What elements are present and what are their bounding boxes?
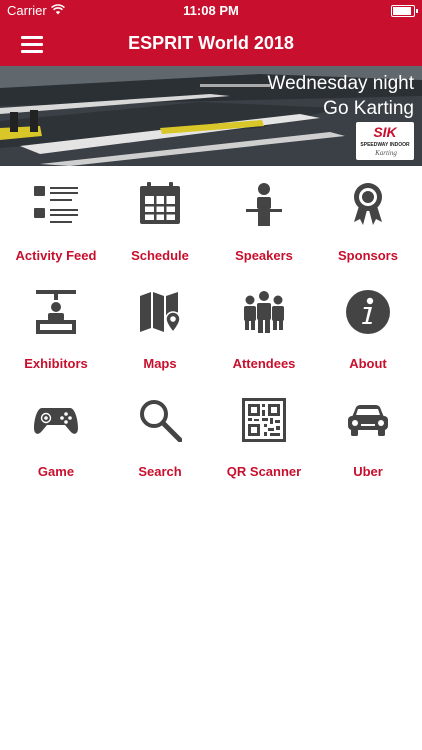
menu-item-exhibitors[interactable]: Exhibitors — [4, 274, 108, 380]
battery-level — [393, 7, 411, 15]
menu-item-label: Exhibitors — [24, 356, 88, 371]
menu-item-label: Uber — [353, 464, 383, 479]
menu-item-speakers[interactable]: Speakers — [212, 166, 316, 272]
menu-item-label: Attendees — [232, 356, 296, 371]
menu-item-uber[interactable]: Uber — [316, 382, 420, 488]
calendar-icon — [138, 182, 182, 226]
banner-headline: Wednesday night Go Karting — [268, 71, 414, 121]
menu-item-label: Schedule — [131, 248, 189, 263]
event-banner[interactable]: Wednesday night Go Karting SIK SPEEDWAY … — [0, 66, 422, 166]
app-header: Carrier 11:08 PM ESPRIT World 2018 — [0, 0, 422, 66]
menu-item-label: About — [349, 356, 387, 371]
car-icon — [346, 398, 390, 442]
menu-item-game[interactable]: Game — [4, 382, 108, 488]
menu-item-label: Maps — [143, 356, 177, 371]
menu-item-activity-feed[interactable]: Activity Feed — [4, 166, 108, 272]
qr-code-icon — [242, 398, 286, 442]
gamepad-icon — [34, 398, 78, 442]
exhibitor-booth-icon — [34, 290, 78, 334]
status-time: 11:08 PM — [183, 3, 239, 18]
menu-item-sponsors[interactable]: Sponsors — [316, 166, 420, 272]
status-bar: Carrier 11:08 PM — [0, 0, 422, 22]
banner-line-1: Wednesday night — [267, 73, 414, 94]
battery-icon — [391, 5, 418, 17]
activity-feed-icon — [34, 182, 78, 226]
info-icon — [346, 290, 390, 334]
menu-item-label: Speakers — [235, 248, 293, 263]
menu-item-label: Activity Feed — [15, 248, 97, 263]
speaker-icon — [242, 182, 286, 226]
banner-line-2: Go Karting — [323, 98, 414, 119]
menu-item-qr-scanner[interactable]: QR Scanner — [212, 382, 316, 488]
menu-item-schedule[interactable]: Schedule — [108, 166, 212, 272]
logo-script: Karting — [374, 149, 397, 157]
sik-logo-graphic: SIK SPEEDWAY INDOOR Karting — [360, 124, 410, 157]
speedway-indoor-karting-logo: SIK SPEEDWAY INDOOR Karting — [356, 122, 414, 160]
menu-item-attendees[interactable]: Attendees — [212, 274, 316, 380]
page-title: ESPRIT World 2018 — [128, 33, 294, 53]
ribbon-icon — [346, 182, 390, 226]
navigation-bar: ESPRIT World 2018 — [0, 22, 422, 66]
menu-item-label: Search — [138, 464, 182, 479]
search-icon — [138, 398, 182, 442]
menu-item-search[interactable]: Search — [108, 382, 212, 488]
people-icon — [242, 290, 286, 334]
menu-item-maps[interactable]: Maps — [108, 274, 212, 380]
map-icon — [138, 290, 182, 334]
logo-letters: SIK — [373, 124, 397, 140]
menu-item-label: Game — [37, 464, 75, 479]
logo-subtitle: SPEEDWAY INDOOR — [360, 142, 410, 148]
menu-item-label: Sponsors — [338, 248, 398, 263]
menu-item-label: QR Scanner — [226, 464, 302, 479]
menu-item-about[interactable]: About — [316, 274, 420, 380]
